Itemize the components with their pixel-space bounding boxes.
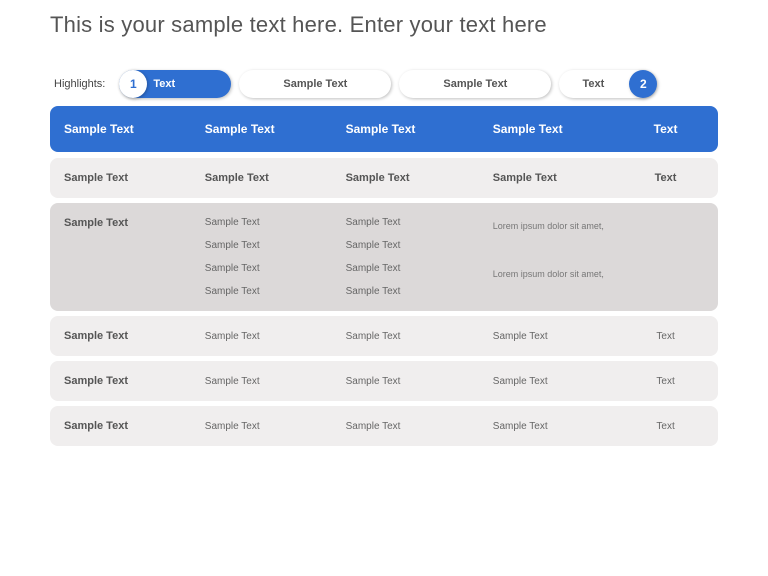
table-row: Sample Text Sample Text Sample Text Samp… [50, 316, 718, 356]
cell: Sample Text [346, 172, 493, 184]
pill-4-text: Text [582, 78, 604, 90]
cell-stack: Sample Text Sample Text Sample Text Samp… [205, 217, 346, 297]
pill-1: 1 Text [119, 70, 231, 98]
header-col-1: Sample Text [64, 122, 205, 136]
cell-lorem: Lorem ipsum dolor sit amet, Lorem ipsum … [493, 217, 627, 280]
table-header: Sample Text Sample Text Sample Text Samp… [50, 106, 718, 152]
pill-2-text: Sample Text [283, 78, 347, 90]
highlights-row: Highlights: 1 Text Sample Text Sample Te… [50, 70, 718, 98]
slide-container: This is your sample text here. Enter you… [0, 0, 768, 469]
cell: Sample Text [493, 172, 627, 184]
cell-line: Sample Text [205, 240, 346, 251]
cell-line: Lorem ipsum dolor sit amet, [493, 269, 627, 281]
cell: Sample Text [205, 376, 346, 387]
header-col-3: Sample Text [346, 122, 493, 136]
cell-stack: Sample Text Sample Text Sample Text Samp… [346, 217, 493, 297]
pill-4: Text 2 [559, 70, 655, 98]
cell: Sample Text [205, 421, 346, 432]
table-row-expanded: Sample Text Sample Text Sample Text Samp… [50, 203, 718, 311]
cell: Text [627, 376, 704, 387]
cell-line: Lorem ipsum dolor sit amet, [493, 221, 627, 233]
cell: Sample Text [64, 217, 205, 229]
pill-1-text: Text [153, 78, 175, 90]
slide-title: This is your sample text here. Enter you… [50, 12, 718, 38]
cell-line: Sample Text [205, 286, 346, 297]
cell-line: Sample Text [346, 240, 493, 251]
table-row: Sample Text Sample Text Sample Text Samp… [50, 406, 718, 446]
cell: Sample Text [493, 376, 627, 387]
cell: Sample Text [64, 420, 205, 432]
cell: Sample Text [64, 330, 205, 342]
cell: Sample Text [346, 376, 493, 387]
cell: Sample Text [205, 172, 346, 184]
table-row: Sample Text Sample Text Sample Text Samp… [50, 361, 718, 401]
cell: Sample Text [493, 331, 627, 342]
cell-line: Sample Text [205, 217, 346, 228]
pill-3-text: Sample Text [443, 78, 507, 90]
pill-2: Sample Text [239, 70, 391, 98]
cell: Text [627, 421, 704, 432]
cell-line: Sample Text [205, 263, 346, 274]
pill-4-badge: 2 [629, 70, 657, 98]
cell: Sample Text [346, 331, 493, 342]
header-col-5: Text [627, 122, 704, 136]
table-row: Sample Text Sample Text Sample Text Samp… [50, 158, 718, 198]
cell: Text [627, 172, 704, 184]
header-col-2: Sample Text [205, 122, 346, 136]
cell-line: Sample Text [346, 286, 493, 297]
pill-1-badge: 1 [119, 70, 147, 98]
cell: Sample Text [205, 331, 346, 342]
highlights-label: Highlights: [54, 78, 105, 90]
cell: Sample Text [64, 375, 205, 387]
cell-line: Sample Text [346, 263, 493, 274]
cell: Sample Text [493, 421, 627, 432]
cell: Text [627, 331, 704, 342]
cell: Sample Text [346, 421, 493, 432]
pill-3: Sample Text [399, 70, 551, 98]
cell-line: Sample Text [346, 217, 493, 228]
cell: Sample Text [64, 172, 205, 184]
header-col-4: Sample Text [493, 122, 627, 136]
